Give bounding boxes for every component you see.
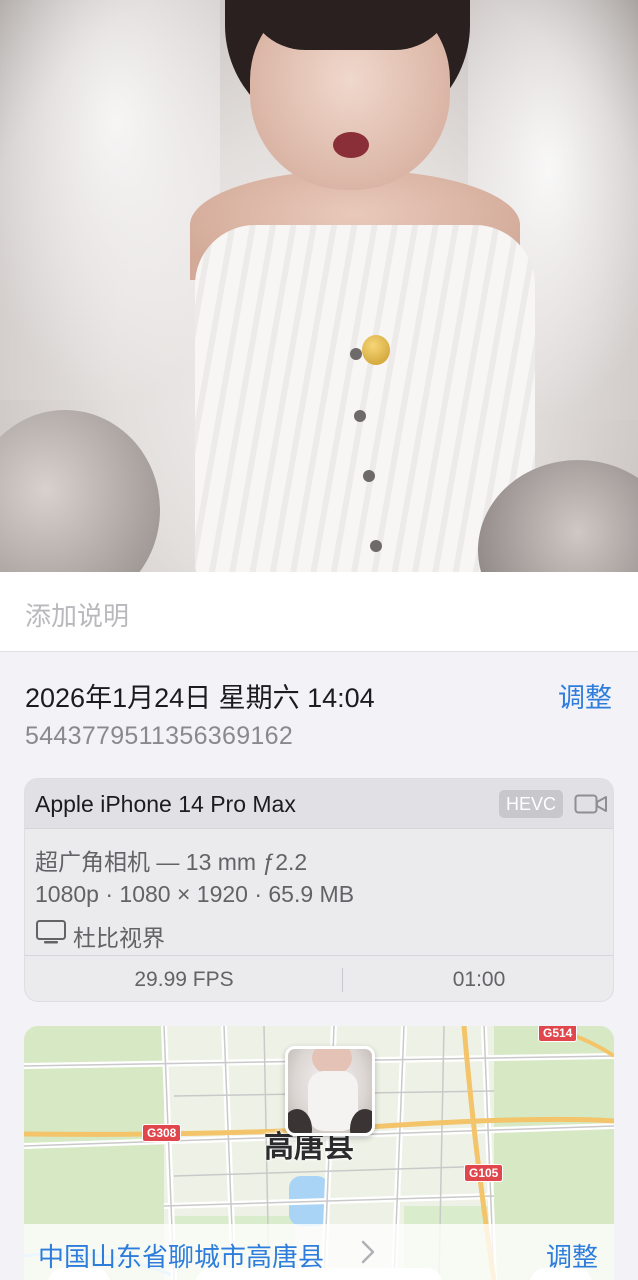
lens-info: 超广角相机 — 13 mm ƒ2.2 xyxy=(35,849,308,875)
display-icon xyxy=(36,920,66,944)
device-card-footer: 29.99 FPS 01:00 xyxy=(25,955,613,1001)
chevron-right-icon xyxy=(361,1240,375,1264)
location-map[interactable]: G308 G105 G514 高唐县 中国山东省聊城市高唐县 调整 xyxy=(24,1026,614,1280)
toolbar-pill-right[interactable] xyxy=(530,1268,592,1280)
device-model: Apple iPhone 14 Pro Max xyxy=(35,791,296,817)
caption-placeholder: 添加说明 xyxy=(25,601,130,631)
hdr-format: 杜比视界 xyxy=(73,925,165,951)
device-card-header: Apple iPhone 14 Pro Max HEVC xyxy=(25,779,613,829)
toolbar-pill-left[interactable] xyxy=(48,1268,110,1280)
frame-rate: 29.99 FPS xyxy=(134,968,234,991)
caption-field[interactable]: 添加说明 xyxy=(0,572,638,652)
device-info-card: Apple iPhone 14 Pro Max HEVC 超广角相机 — 13 … xyxy=(24,778,614,1002)
toolbar-pill-center[interactable] xyxy=(196,1268,442,1280)
asset-id: 5443779511356369162 xyxy=(25,722,294,750)
road-badge-g105: G105 xyxy=(464,1164,504,1182)
format-badge: HEVC xyxy=(499,790,564,818)
capture-datetime: 2026年1月24日 星期六 14:04 xyxy=(25,683,375,713)
resolution-info: 1080p · 1080 × 1920 · 65.9 MB xyxy=(35,881,355,907)
video-camera-icon xyxy=(574,794,607,814)
photo-preview[interactable] xyxy=(0,0,638,572)
road-badge-g514: G514 xyxy=(538,1026,578,1042)
adjust-datetime-button[interactable]: 调整 xyxy=(558,676,612,715)
road-badge-g308: G308 xyxy=(142,1124,182,1142)
map-photo-pin[interactable] xyxy=(285,1046,375,1136)
duration: 01:00 xyxy=(452,968,506,991)
